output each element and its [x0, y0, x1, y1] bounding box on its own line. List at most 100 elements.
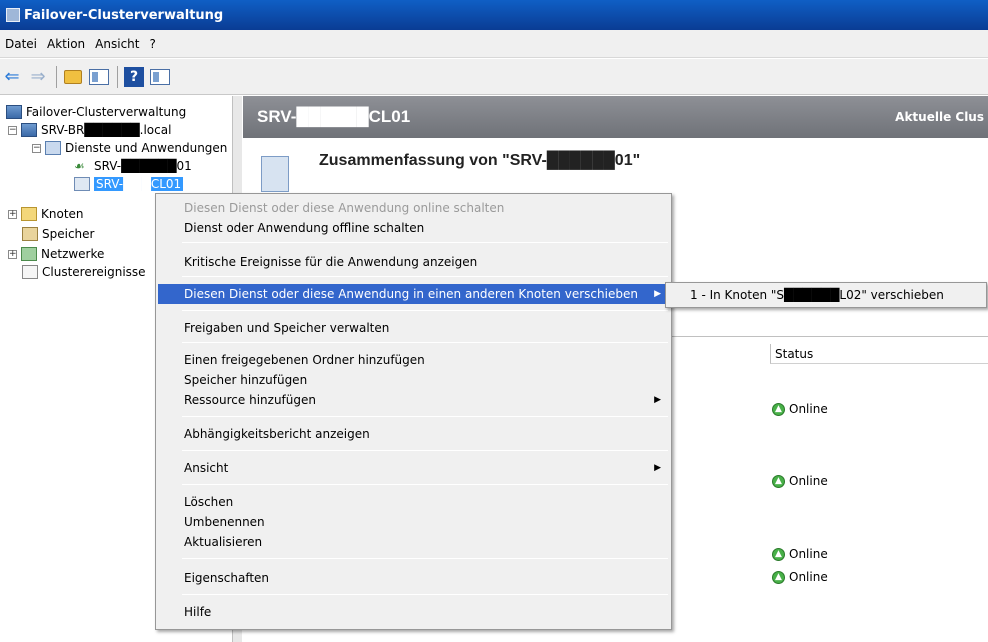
toolbar-divider — [56, 65, 57, 88]
menu-separator — [182, 342, 668, 343]
menu-separator — [182, 310, 668, 311]
submenu-arrow-icon: ▶ — [654, 289, 661, 299]
services-icon — [45, 141, 61, 155]
menu-item-label: Ressource hinzufügen — [184, 393, 316, 407]
menu-separator — [182, 242, 668, 243]
tree-node-networks[interactable]: + Netzwerke — [8, 246, 104, 262]
show-hide-tree-icon — [89, 68, 109, 85]
forward-button[interactable]: ⇒ — [26, 65, 50, 89]
menu-item-add-resource[interactable]: Ressource hinzufügen ▶ — [158, 390, 669, 410]
menu-item-add-storage[interactable]: Speicher hinzufügen — [158, 370, 669, 390]
tree-label: Clusterereignisse — [42, 265, 146, 279]
application-summary-icon — [261, 156, 289, 192]
cluster-manager-icon — [6, 105, 22, 119]
menu-item-refresh[interactable]: Aktualisieren — [158, 532, 669, 552]
tree-label: Netzwerke — [41, 247, 105, 261]
menu-item-label: Diesen Dienst oder diese Anwendung in ei… — [184, 287, 638, 301]
menu-item-view[interactable]: Ansicht ▶ — [158, 458, 669, 478]
show-hide-tree-button[interactable] — [87, 65, 111, 89]
expand-icon[interactable]: + — [8, 249, 17, 259]
tree-label: Speicher — [42, 227, 95, 241]
expand-icon[interactable]: + — [8, 209, 17, 219]
toolbar-divider — [117, 65, 118, 88]
network-service-icon: ☙ — [74, 159, 85, 173]
help-button[interactable]: ? — [122, 65, 146, 89]
status-cell: ▲ Online — [772, 474, 828, 488]
menu-item-add-shared-folder[interactable]: Einen freigegebenen Ordner hinzufügen — [158, 350, 669, 370]
menu-item-delete[interactable]: Löschen — [158, 492, 669, 512]
online-status-icon: ▲ — [772, 570, 785, 584]
menu-separator — [182, 484, 668, 485]
cluster-manager-icon — [6, 8, 20, 22]
window-title: Failover-Clusterverwaltung — [24, 7, 224, 23]
tree-label: Dienste und Anwendungen — [65, 141, 228, 155]
tree-label: SRV-BR██████.local — [41, 123, 172, 137]
tree-node-events[interactable]: Clusterereignisse — [22, 264, 146, 280]
menu-help[interactable]: ? — [144, 37, 160, 51]
menu-ansicht[interactable]: Ansicht — [90, 37, 144, 51]
menu-separator — [182, 416, 668, 417]
show-action-pane-button[interactable] — [148, 65, 172, 89]
menu-item-offline[interactable]: Dienst oder Anwendung offline schalten — [158, 218, 669, 238]
tree-node-service-2[interactable]: SRV-███CL01 — [74, 176, 184, 192]
status-text: Online — [789, 474, 828, 488]
summary-title: Zusammenfassung von "SRV-██████01" — [319, 152, 641, 169]
tree-label: Failover-Clusterverwaltung — [26, 105, 187, 119]
menu-separator — [182, 450, 668, 451]
context-menu: Diesen Dienst oder diese Anwendung onlin… — [155, 193, 672, 630]
tree-label: SRV-███CL01 — [94, 177, 184, 191]
nodes-icon — [21, 207, 37, 221]
status-text: Online — [789, 570, 828, 584]
forward-arrow-icon: ⇒ — [30, 65, 46, 87]
menu-item-label: Ansicht — [184, 461, 229, 475]
menu-datei[interactable]: Datei — [0, 37, 42, 51]
tree-label: SRV-██████01 — [94, 159, 192, 173]
menu-item-critical-events[interactable]: Kritische Ereignisse für die Anwendung a… — [158, 252, 669, 272]
menu-separator — [182, 594, 668, 595]
status-cell: ▲ Online — [772, 402, 828, 416]
tree-node-cluster[interactable]: − SRV-BR██████.local — [8, 122, 171, 138]
storage-icon — [22, 227, 38, 241]
move-submenu: 1 - In Knoten "S██████L02" verschieben — [665, 282, 987, 308]
menu-item-manage-shares[interactable]: Freigaben und Speicher verwalten — [158, 318, 669, 338]
content-header: SRV-██████CL01 Aktuelle Clus — [243, 96, 988, 138]
tree-node-nodes[interactable]: + Knoten — [8, 206, 84, 222]
application-icon — [74, 177, 90, 191]
menu-separator — [182, 276, 668, 277]
status-text: Online — [789, 402, 828, 416]
toolbar: ⇐ ⇒ ? — [0, 59, 988, 95]
up-folder-icon — [64, 69, 82, 84]
tree-node-service-1[interactable]: ☙ SRV-██████01 — [74, 158, 192, 174]
back-button[interactable]: ⇐ — [0, 65, 24, 89]
menu-item-rename[interactable]: Umbenennen — [158, 512, 669, 532]
status-cell: ▲ Online — [772, 570, 828, 584]
help-icon: ? — [124, 66, 144, 87]
menu-item-move-to-node[interactable]: Diesen Dienst oder diese Anwendung in ei… — [158, 284, 669, 304]
events-icon — [22, 265, 38, 279]
submenu-arrow-icon: ▶ — [654, 463, 661, 473]
submenu-item-move-to-node-1[interactable]: 1 - In Knoten "S██████L02" verschieben — [668, 285, 984, 305]
tree-node-services[interactable]: − Dienste und Anwendungen — [32, 140, 227, 156]
current-cluster-label: Aktuelle Clus — [895, 110, 984, 124]
online-status-icon: ▲ — [772, 547, 785, 561]
back-arrow-icon: ⇐ — [4, 65, 20, 87]
show-action-pane-icon — [150, 68, 170, 85]
collapse-icon[interactable]: − — [8, 125, 17, 135]
menu-bar: Datei Aktion Ansicht ? — [0, 30, 988, 58]
status-column-header[interactable]: Status — [770, 344, 988, 364]
tree-label: Knoten — [41, 207, 84, 221]
online-status-icon: ▲ — [772, 474, 785, 488]
content-title: SRV-██████CL01 — [257, 107, 411, 126]
menu-item-properties[interactable]: Eigenschaften — [158, 568, 669, 588]
menu-item-online[interactable]: Diesen Dienst oder diese Anwendung onlin… — [158, 198, 669, 218]
menu-item-dependency-report[interactable]: Abhängigkeitsbericht anzeigen — [158, 424, 669, 444]
menu-separator — [182, 558, 668, 559]
status-text: Online — [789, 547, 828, 561]
tree-node-root[interactable]: Failover-Clusterverwaltung — [6, 104, 186, 120]
tree-node-storage[interactable]: Speicher — [22, 226, 94, 242]
status-cell: ▲ Online — [772, 547, 828, 561]
menu-aktion[interactable]: Aktion — [42, 37, 90, 51]
menu-item-help[interactable]: Hilfe — [158, 602, 669, 622]
up-one-level-button[interactable] — [61, 65, 85, 89]
collapse-icon[interactable]: − — [32, 143, 41, 153]
